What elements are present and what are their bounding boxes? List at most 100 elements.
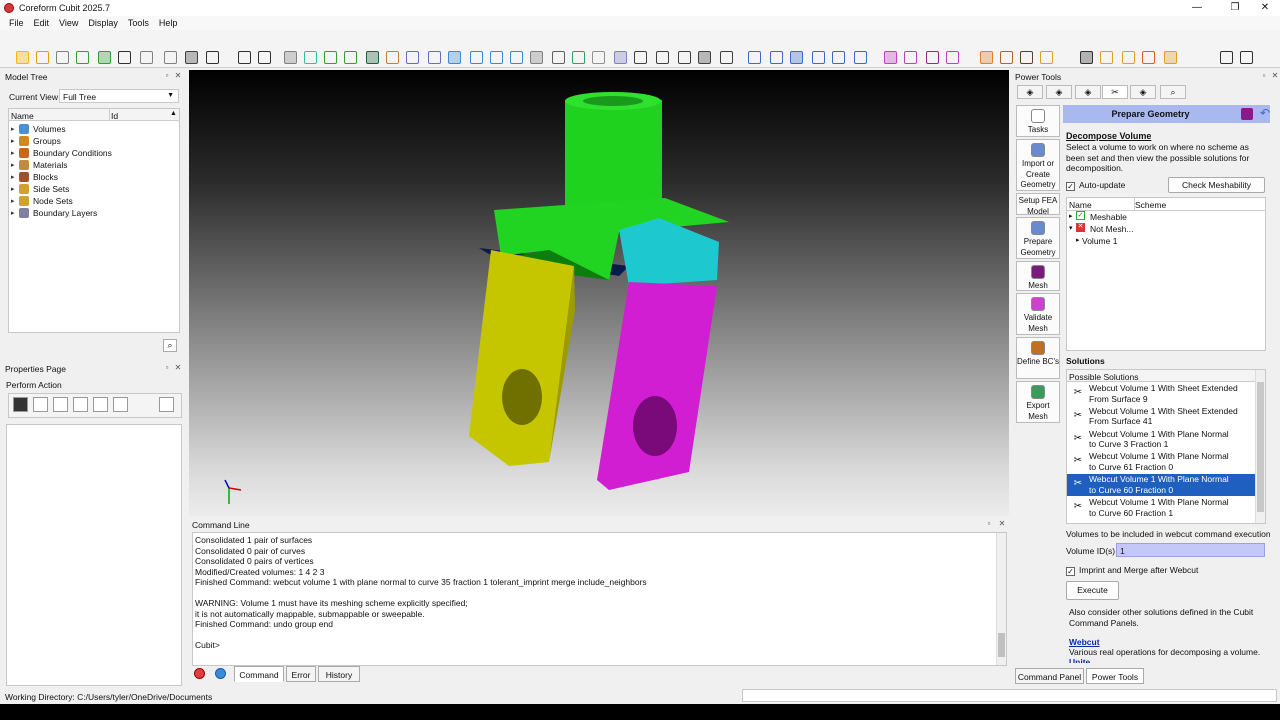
search-tab-icon[interactable]: ⌕: [1160, 85, 1186, 99]
toolbar-button-25-icon[interactable]: [530, 51, 543, 64]
menu-file[interactable]: File: [0, 18, 29, 28]
toolbar-button-26-icon[interactable]: [552, 51, 565, 64]
expand-arrow-icon[interactable]: ▸: [11, 185, 19, 193]
expand-arrow-icon[interactable]: ▸: [11, 149, 19, 157]
toolbar-button-36-icon[interactable]: [770, 51, 783, 64]
float-icon[interactable]: ▫: [163, 72, 171, 80]
close-panel-icon[interactable]: ✕: [1271, 72, 1279, 80]
toolbar-button-13-icon[interactable]: [284, 51, 297, 64]
toolbar-button-51-icon[interactable]: [1122, 51, 1135, 64]
tree-item[interactable]: ▸ Groups: [11, 135, 61, 147]
col-name[interactable]: Name: [1069, 200, 1092, 210]
webcut-tab-icon[interactable]: ✂: [1102, 85, 1128, 99]
menu-help[interactable]: Help: [154, 18, 183, 28]
tree-volume-1[interactable]: Volume 1: [1082, 236, 1117, 246]
tab-command[interactable]: Command: [234, 666, 284, 682]
solution-item[interactable]: ✂ Webcut Volume 1 With Plane Normal to Cur…: [1067, 429, 1255, 451]
tab-power-tools[interactable]: Power Tools: [1086, 668, 1144, 684]
toolbar-button-28-icon[interactable]: [592, 51, 605, 64]
toolbar-button-44-icon[interactable]: [946, 51, 959, 64]
scrollbar[interactable]: [996, 533, 1006, 665]
solution-item[interactable]: ✂ Webcut Volume 1 With Plane Normal to Cur…: [1067, 497, 1255, 519]
execute-button[interactable]: Execute: [1066, 581, 1119, 600]
workflow-validate-mesh-button[interactable]: Validate Mesh: [1016, 293, 1060, 335]
volume-ids-input[interactable]: 1: [1116, 543, 1265, 557]
toolbar-button-48-icon[interactable]: [1040, 51, 1053, 64]
surface-tab-icon[interactable]: ◈: [1075, 85, 1101, 99]
toolbar-button-49-icon[interactable]: [1080, 51, 1093, 64]
workflow-export-mesh-button[interactable]: Export Mesh: [1016, 381, 1060, 423]
workflow-tasks-button[interactable]: Tasks: [1016, 105, 1060, 137]
toolbar-button-54-icon[interactable]: [1220, 51, 1233, 64]
tab-command-panel[interactable]: Command Panel: [1015, 668, 1084, 684]
volume-tab-icon[interactable]: ◈: [1046, 85, 1072, 99]
expand-arrow-icon[interactable]: ▸: [11, 173, 19, 181]
action-button-4-icon[interactable]: [73, 397, 88, 412]
close-button[interactable]: ✕: [1250, 0, 1280, 16]
toolbar-button-11-icon[interactable]: [238, 51, 251, 64]
check-meshability-button[interactable]: Check Meshability: [1168, 177, 1265, 193]
toolbar-button-22-icon[interactable]: [470, 51, 483, 64]
toolbar-button-42-icon[interactable]: [904, 51, 917, 64]
solution-item[interactable]: ✂ Webcut Volume 1 With Sheet Extended From…: [1067, 383, 1255, 405]
toolbar-button-34-icon[interactable]: [720, 51, 733, 64]
tree-item[interactable]: ▸ Boundary Conditions: [11, 147, 112, 159]
back-icon[interactable]: ↶: [1260, 106, 1270, 120]
toolbar-button-8-icon[interactable]: [164, 51, 177, 64]
current-view-select[interactable]: Full Tree ▼: [59, 89, 179, 103]
toolbar-button-50-icon[interactable]: [1100, 51, 1113, 64]
expand-arrow-icon[interactable]: ▸: [11, 137, 19, 145]
solution-item[interactable]: ✂ Webcut Volume 1 With Plane Normal to Cur…: [1067, 474, 1255, 497]
action-button-6-icon[interactable]: [113, 397, 128, 412]
menu-display[interactable]: Display: [83, 18, 123, 28]
scrollbar[interactable]: [1255, 370, 1265, 523]
action-button-7-icon[interactable]: [159, 397, 174, 412]
toolbar-button-23-icon[interactable]: [490, 51, 503, 64]
toolbar-button-6-icon[interactable]: [118, 51, 131, 64]
toolbar-button-35-icon[interactable]: [748, 51, 761, 64]
col-id[interactable]: Id: [111, 111, 118, 121]
workflow-prepare-geometry-button[interactable]: Prepare Geometry: [1016, 217, 1060, 259]
toolbar-button-52-icon[interactable]: [1142, 51, 1155, 64]
menu-tools[interactable]: Tools: [123, 18, 154, 28]
toolbar-button-24-icon[interactable]: [510, 51, 523, 64]
menu-edit[interactable]: Edit: [29, 18, 55, 28]
webcut-link[interactable]: Webcut: [1069, 637, 1100, 647]
toolbar-button-43-icon[interactable]: [926, 51, 939, 64]
search-icon[interactable]: ⌕: [163, 339, 177, 352]
action-button-3-icon[interactable]: [53, 397, 68, 412]
action-button-2-icon[interactable]: [33, 397, 48, 412]
toolbar-button-16-icon[interactable]: [344, 51, 357, 64]
toolbar-button-38-icon[interactable]: [812, 51, 825, 64]
maximize-button[interactable]: ❐: [1220, 0, 1250, 16]
meshability-tree[interactable]: Name Scheme ▸ ✓ Meshable ▾ ✕ Not Mesh...…: [1066, 197, 1266, 351]
close-panel-icon[interactable]: ✕: [174, 72, 182, 80]
workflow-mesh-button[interactable]: Mesh: [1016, 261, 1060, 291]
toolbar-button-1-icon[interactable]: [16, 51, 29, 64]
python-icon[interactable]: [215, 668, 226, 679]
expand-arrow-icon[interactable]: ▸: [11, 209, 19, 217]
col-name[interactable]: Name: [11, 111, 34, 121]
toolbar-button-29-icon[interactable]: [614, 51, 627, 64]
workflow-setup-fea-model-button[interactable]: Setup FEA Model: [1016, 193, 1060, 216]
solution-item[interactable]: ✂ Webcut Volume 1 With Plane Normal to Cur…: [1067, 451, 1255, 473]
toolbar-button-37-icon[interactable]: [790, 51, 803, 64]
action-button-1-icon[interactable]: [13, 397, 28, 412]
scrollbar[interactable]: [1270, 105, 1278, 663]
toolbar-button-53-icon[interactable]: [1164, 51, 1177, 64]
expand-arrow-icon[interactable]: ▸: [11, 161, 19, 169]
tab-history[interactable]: History: [318, 666, 360, 682]
toolbar-button-45-icon[interactable]: [980, 51, 993, 64]
col-scheme[interactable]: Scheme: [1135, 200, 1166, 210]
float-icon[interactable]: ▫: [985, 520, 993, 528]
toolbar-button-14-icon[interactable]: [304, 51, 317, 64]
toolbar-button-20-icon[interactable]: [428, 51, 441, 64]
imprint-merge-checkbox[interactable]: ✓ Imprint and Merge after Webcut: [1066, 565, 1198, 576]
solution-item[interactable]: ✂ Webcut Volume 1 With Sheet Extended From…: [1067, 406, 1255, 428]
toolbar-button-7-icon[interactable]: [140, 51, 153, 64]
workflow-import-create-geometry-button[interactable]: Import or Create Geometry: [1016, 139, 1060, 191]
tree-item[interactable]: ▸ Boundary Layers: [11, 207, 97, 219]
toolbar-button-32-icon[interactable]: [678, 51, 691, 64]
toolbar-button-3-icon[interactable]: [56, 51, 69, 64]
toolbar-button-4-icon[interactable]: [76, 51, 89, 64]
